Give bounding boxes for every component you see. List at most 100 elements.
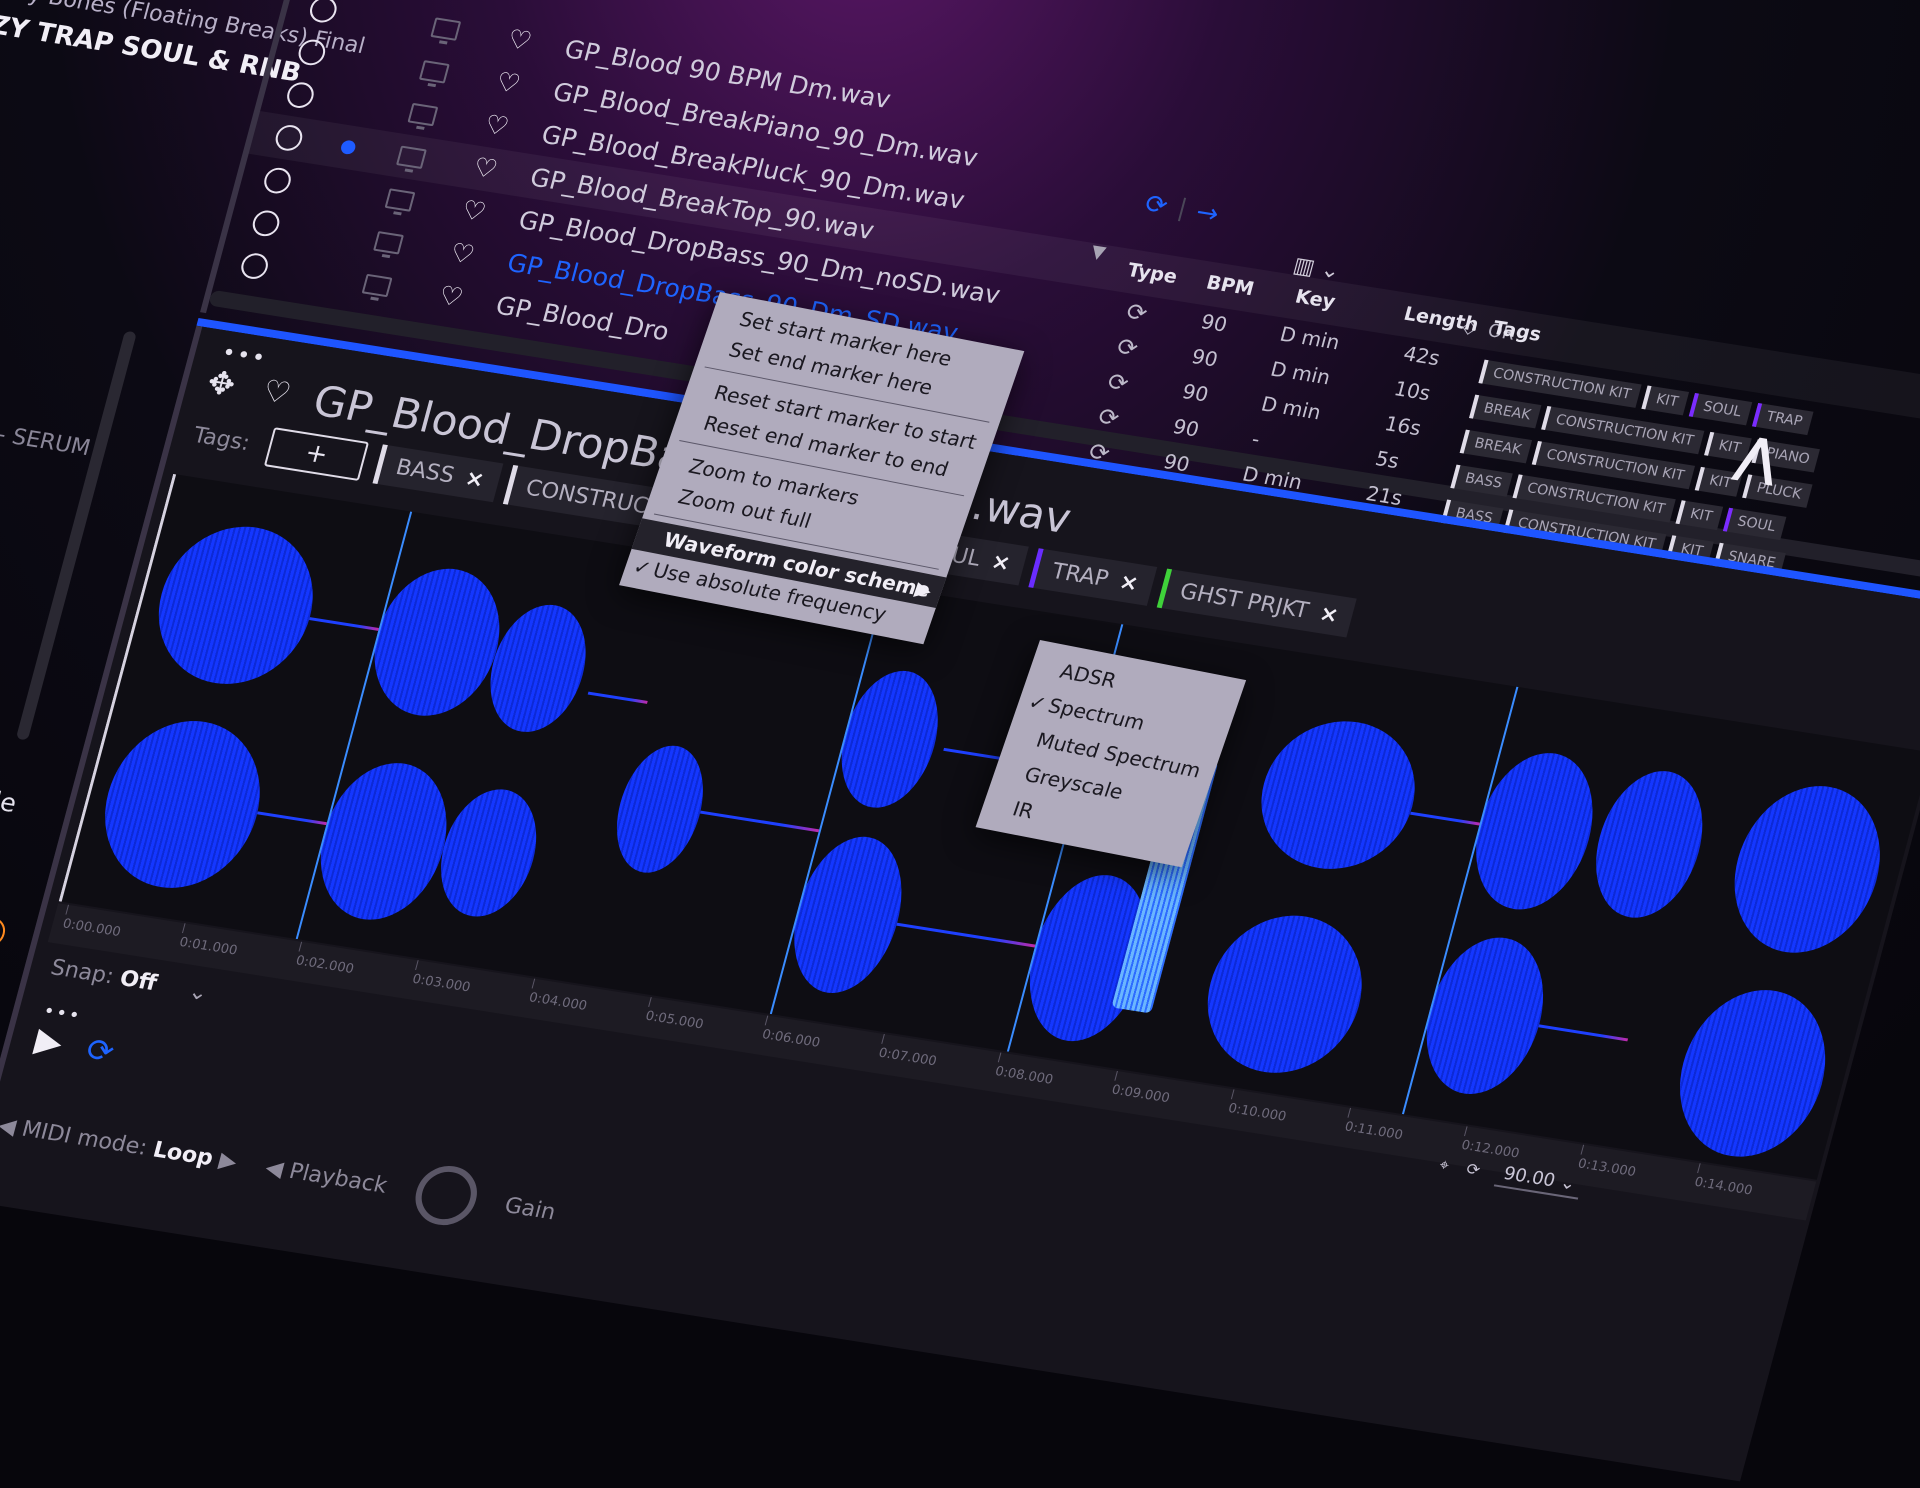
waveform-shape bbox=[1580, 763, 1719, 926]
playing-indicator bbox=[305, 268, 322, 284]
ruler-tick bbox=[764, 1015, 769, 1026]
waveform-silence bbox=[257, 811, 327, 826]
ruler-tick-label: 0:04.000 bbox=[527, 990, 589, 1014]
playback-label: Playback bbox=[286, 1158, 390, 1199]
preview-monitor-icon[interactable] bbox=[395, 145, 427, 170]
waveform-shape bbox=[140, 515, 331, 695]
midi-mode[interactable]: ◀ MIDI mode: Loop ▶ bbox=[0, 1113, 240, 1175]
midi-next-icon[interactable]: ▶ bbox=[216, 1147, 239, 1174]
preview-monitor-icon[interactable] bbox=[361, 273, 393, 298]
play-button[interactable]: ▶ bbox=[31, 1020, 67, 1063]
preview-monitor-icon[interactable] bbox=[384, 188, 416, 212]
gain-label: Gain bbox=[501, 1192, 559, 1225]
sample-tag[interactable]: TRAP × bbox=[1028, 548, 1158, 606]
ruler-tick bbox=[298, 941, 303, 952]
waveform-shape bbox=[1661, 979, 1844, 1167]
waveform-shape bbox=[86, 710, 279, 899]
waveform-silence bbox=[1538, 1024, 1629, 1042]
sync-icon[interactable]: ⟳ bbox=[1464, 1159, 1482, 1180]
playing-indicator bbox=[374, 11, 391, 27]
ruler-tick-label: 0:13.000 bbox=[1576, 1156, 1638, 1181]
snap-setting[interactable]: Snap: Off bbox=[48, 955, 160, 996]
preview-monitor-icon[interactable] bbox=[407, 102, 439, 127]
remove-tag-icon[interactable]: × bbox=[462, 466, 487, 493]
divider bbox=[1177, 197, 1186, 222]
favorite-heart-icon[interactable]: ♡ bbox=[447, 238, 484, 272]
midi-mode-value: Loop bbox=[150, 1137, 217, 1171]
waveform-shape bbox=[1715, 775, 1899, 963]
favorite-heart-icon[interactable]: ♡ bbox=[470, 153, 507, 187]
playback-bar: ◀ MIDI mode: Loop ▶ ◀ Playback Gain bbox=[0, 1096, 563, 1242]
select-radio[interactable] bbox=[307, 0, 340, 25]
submenu-item-label: IR bbox=[1009, 796, 1037, 824]
ruler-tick bbox=[1347, 1107, 1352, 1118]
waveform-silence bbox=[699, 810, 820, 833]
favorite-heart-icon[interactable]: ♡ bbox=[504, 24, 541, 58]
remove-tag-icon[interactable]: × bbox=[1317, 601, 1342, 628]
waveform-shape bbox=[1459, 744, 1610, 918]
add-tag-button[interactable]: + bbox=[263, 427, 370, 482]
select-radio[interactable] bbox=[272, 123, 306, 153]
favorite-heart-icon[interactable]: ♡ bbox=[458, 195, 495, 229]
ruler-tick bbox=[65, 904, 70, 915]
favorite-heart-icon[interactable]: ♡ bbox=[493, 67, 530, 101]
waveform-shape bbox=[777, 829, 919, 1001]
app-screen: side My Bones (Floating Breaks) Final HA… bbox=[0, 0, 1920, 1483]
add-credits-icon[interactable]: + bbox=[0, 914, 9, 949]
pack-item[interactable]: Techno Chord Sample bbox=[0, 747, 20, 818]
preview-monitor-icon[interactable] bbox=[430, 17, 462, 41]
ruler-tick bbox=[1697, 1163, 1701, 1174]
playback-setting[interactable]: ◀ Playback bbox=[263, 1155, 390, 1198]
playing-indicator bbox=[339, 139, 357, 156]
playing-indicator bbox=[362, 54, 379, 70]
bpm-value: 90.00 bbox=[1501, 1163, 1558, 1192]
remove-tag-icon[interactable]: × bbox=[989, 549, 1014, 576]
waveform-shape bbox=[603, 739, 717, 879]
waveform-shape bbox=[1409, 929, 1561, 1103]
waveform-shape bbox=[827, 664, 953, 815]
playing-indicator bbox=[317, 225, 334, 241]
waveform-silence bbox=[587, 691, 648, 704]
preview-monitor-icon[interactable] bbox=[418, 60, 450, 84]
preview-monitor-icon[interactable] bbox=[373, 231, 404, 255]
waveform-silence bbox=[309, 617, 379, 631]
select-radio[interactable] bbox=[238, 251, 271, 281]
move-icon[interactable]: ✥ bbox=[203, 363, 239, 404]
loop-toggle-icon[interactable]: ⟳ bbox=[82, 1030, 118, 1071]
select-radio[interactable] bbox=[249, 208, 283, 239]
ruler-tick bbox=[181, 923, 186, 934]
gain-knob[interactable] bbox=[408, 1161, 484, 1230]
sample-tag[interactable]: GHST PRJKT × bbox=[1156, 568, 1358, 638]
preset-item[interactable]: ZY TRAP SOUL - SERUM bbox=[0, 396, 93, 461]
ruler-tick bbox=[1230, 1089, 1235, 1100]
ruler-tick-label: 0:09.000 bbox=[1109, 1082, 1172, 1107]
favorite-heart-icon[interactable]: ♡ bbox=[435, 281, 472, 315]
app-window: side My Bones (Floating Breaks) Final HA… bbox=[0, 0, 1920, 1482]
ruler-tick bbox=[531, 978, 536, 989]
waveform-shape bbox=[427, 782, 550, 924]
snap-value: Off bbox=[116, 966, 160, 997]
tags-label: Tags: bbox=[190, 423, 253, 457]
playback-prev-icon[interactable]: ◀ bbox=[263, 1155, 286, 1182]
ruler-tick-label: 0:05.000 bbox=[643, 1008, 706, 1033]
select-radio[interactable] bbox=[295, 37, 329, 68]
select-radio[interactable] bbox=[284, 80, 317, 110]
snap-label: Snap: bbox=[47, 955, 117, 990]
ruler-tick-label: 0:14.000 bbox=[1692, 1174, 1754, 1199]
select-radio[interactable] bbox=[261, 165, 294, 196]
waveform-shape bbox=[1189, 904, 1380, 1084]
favorite-heart-icon[interactable]: ♡ bbox=[259, 374, 295, 412]
ruler-tick-label: 0:08.000 bbox=[993, 1064, 1055, 1088]
ruler-tick-label: 0:03.000 bbox=[410, 971, 472, 996]
ruler-tick-label: 0:01.000 bbox=[177, 934, 239, 959]
chevron-down-icon[interactable]: ⌄ bbox=[186, 979, 211, 1006]
remove-tag-icon[interactable]: × bbox=[1117, 569, 1142, 596]
midi-prev-icon[interactable]: ◀ bbox=[0, 1113, 19, 1140]
ruler-tick bbox=[648, 997, 652, 1007]
ruler-tick bbox=[1463, 1126, 1468, 1137]
ruler-tick-label: 0:10.000 bbox=[1226, 1101, 1288, 1125]
playing-indicator bbox=[328, 182, 345, 198]
ruler-tick-label: 0:07.000 bbox=[876, 1045, 939, 1070]
sample-tag[interactable]: BASS × bbox=[372, 444, 503, 503]
favorite-heart-icon[interactable]: ♡ bbox=[481, 110, 518, 144]
